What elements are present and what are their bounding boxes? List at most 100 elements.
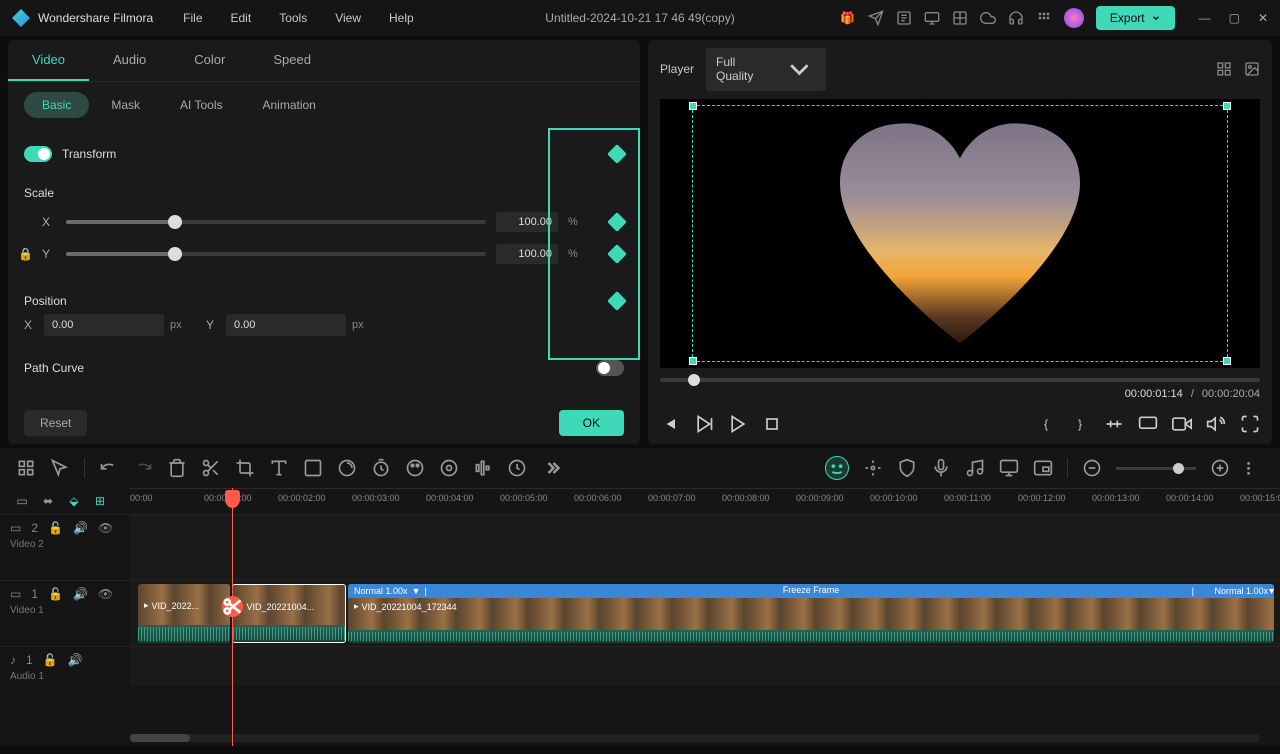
zoom-in-icon[interactable] <box>1210 458 1230 478</box>
ai-button[interactable] <box>825 456 849 480</box>
scale-x-keyframe[interactable] <box>607 212 627 232</box>
clip-2-selected[interactable]: ▸VID_20221004... <box>232 584 346 643</box>
subtab-basic[interactable]: Basic <box>24 92 89 118</box>
send-icon[interactable] <box>868 10 884 26</box>
close-icon[interactable]: ✕ <box>1258 11 1268 25</box>
stop-button[interactable] <box>762 414 782 434</box>
quality-select[interactable]: Full Quality <box>706 48 826 91</box>
magnet-icon[interactable]: ⬙ <box>66 493 82 509</box>
text-icon[interactable] <box>269 458 289 478</box>
prev-frame-button[interactable] <box>660 414 680 434</box>
more-tools-icon[interactable] <box>541 458 561 478</box>
subtab-aitools[interactable]: AI Tools <box>162 92 240 118</box>
pos-y-input[interactable] <box>226 314 346 336</box>
menu-tools[interactable]: Tools <box>269 7 317 29</box>
monitor-icon[interactable] <box>1138 414 1158 434</box>
brace-open-icon[interactable]: { <box>1036 414 1056 434</box>
zoom-slider[interactable] <box>1116 467 1196 470</box>
clock-icon[interactable] <box>507 458 527 478</box>
sparkle-icon[interactable] <box>863 458 883 478</box>
track-mute-icon[interactable]: 🔊 <box>73 521 88 535</box>
gift-icon[interactable]: 🎁 <box>840 10 856 26</box>
palette-icon[interactable] <box>405 458 425 478</box>
link-icon[interactable]: ⬌ <box>40 493 56 509</box>
transform-toggle[interactable] <box>24 146 52 162</box>
maximize-icon[interactable]: ▢ <box>1229 11 1240 25</box>
crop-icon[interactable] <box>235 458 255 478</box>
music-icon[interactable] <box>965 458 985 478</box>
menu-help[interactable]: Help <box>379 7 424 29</box>
play-button[interactable] <box>694 414 714 434</box>
ok-button[interactable]: OK <box>559 410 624 436</box>
track-visibility-icon[interactable]: 👁 <box>98 587 113 601</box>
monitor-tool-icon[interactable] <box>999 458 1019 478</box>
next-frame-button[interactable] <box>728 414 748 434</box>
audio-icon[interactable] <box>473 458 493 478</box>
tab-color[interactable]: Color <box>170 40 249 81</box>
transform-keyframe-button[interactable] <box>607 144 627 164</box>
list-icon[interactable] <box>896 10 912 26</box>
timer-icon[interactable] <box>371 458 391 478</box>
cut-icon[interactable] <box>201 458 221 478</box>
playback-progress[interactable] <box>660 378 1260 382</box>
track-content-audio-1[interactable] <box>130 647 1280 686</box>
track-mute-icon[interactable]: 🔊 <box>68 653 83 667</box>
headphones-icon[interactable] <box>1008 10 1024 26</box>
tab-audio[interactable]: Audio <box>89 40 170 81</box>
timeline-scrollbar[interactable] <box>130 734 1260 742</box>
reset-button[interactable]: Reset <box>24 410 87 436</box>
pointer-tool-icon[interactable] <box>50 458 70 478</box>
track-mute-icon[interactable]: 🔊 <box>73 587 88 601</box>
tab-speed[interactable]: Speed <box>249 40 335 81</box>
track-visibility-icon[interactable]: 👁 <box>98 521 113 535</box>
playhead[interactable] <box>232 488 233 746</box>
avatar-icon[interactable] <box>1064 8 1084 28</box>
track-content-video-2[interactable] <box>130 515 1280 580</box>
split-at-playhead-icon[interactable] <box>222 596 243 617</box>
desktop-icon[interactable] <box>924 10 940 26</box>
camera-icon[interactable] <box>1172 414 1192 434</box>
export-button[interactable]: Export <box>1096 6 1175 30</box>
menu-view[interactable]: View <box>325 7 371 29</box>
clip-main[interactable]: Normal 1.00x▼ | Freeze Frame | Normal 1.… <box>348 584 1274 643</box>
fullscreen-icon[interactable] <box>1240 414 1260 434</box>
shield-icon[interactable] <box>897 458 917 478</box>
effects-icon[interactable] <box>337 458 357 478</box>
image-icon[interactable] <box>1244 61 1260 77</box>
zoom-out-icon[interactable] <box>1082 458 1102 478</box>
position-keyframe[interactable] <box>607 291 627 311</box>
lock-icon[interactable]: 🔒 <box>18 247 32 261</box>
layout-icon[interactable] <box>952 10 968 26</box>
track-lock-icon[interactable]: 🔓 <box>43 653 58 667</box>
track-lock-icon[interactable]: 🔓 <box>48 587 63 601</box>
tab-video[interactable]: Video <box>8 40 89 81</box>
shape-icon[interactable] <box>303 458 323 478</box>
undo-icon[interactable] <box>99 458 119 478</box>
menu-file[interactable]: File <box>173 7 212 29</box>
scale-y-input[interactable] <box>496 244 558 264</box>
preview-viewport[interactable] <box>660 99 1260 368</box>
time-ruler[interactable]: 00:0000:00:01:0000:00:02:0000:00:03:0000… <box>130 488 1280 514</box>
scale-x-input[interactable] <box>496 212 558 232</box>
scale-y-keyframe[interactable] <box>607 244 627 264</box>
pip-icon[interactable] <box>1033 458 1053 478</box>
minimize-icon[interactable]: — <box>1199 11 1211 25</box>
marker-icon[interactable]: ▭ <box>14 493 30 509</box>
track-content-video-1[interactable]: ▸VID_2022... ▸VID_20221004... Normal 1.0… <box>130 581 1280 646</box>
apps-icon[interactable] <box>1036 10 1052 26</box>
subtab-mask[interactable]: Mask <box>93 92 158 118</box>
ruler-icon[interactable] <box>1104 414 1124 434</box>
brace-close-icon[interactable]: } <box>1070 414 1090 434</box>
snap-icon[interactable]: ⊞ <box>92 493 108 509</box>
cloud-icon[interactable] <box>980 10 996 26</box>
grid-view-icon[interactable] <box>1216 61 1232 77</box>
subtab-animation[interactable]: Animation <box>244 92 333 118</box>
track-lock-icon[interactable]: 🔓 <box>48 521 63 535</box>
volume-icon[interactable] <box>1206 414 1226 434</box>
select-tool-icon[interactable] <box>16 458 36 478</box>
mic-icon[interactable] <box>931 458 951 478</box>
scale-x-slider[interactable] <box>66 220 486 224</box>
redo-icon[interactable] <box>133 458 153 478</box>
menu-edit[interactable]: Edit <box>221 7 262 29</box>
clip-1[interactable]: ▸VID_2022... <box>138 584 230 643</box>
